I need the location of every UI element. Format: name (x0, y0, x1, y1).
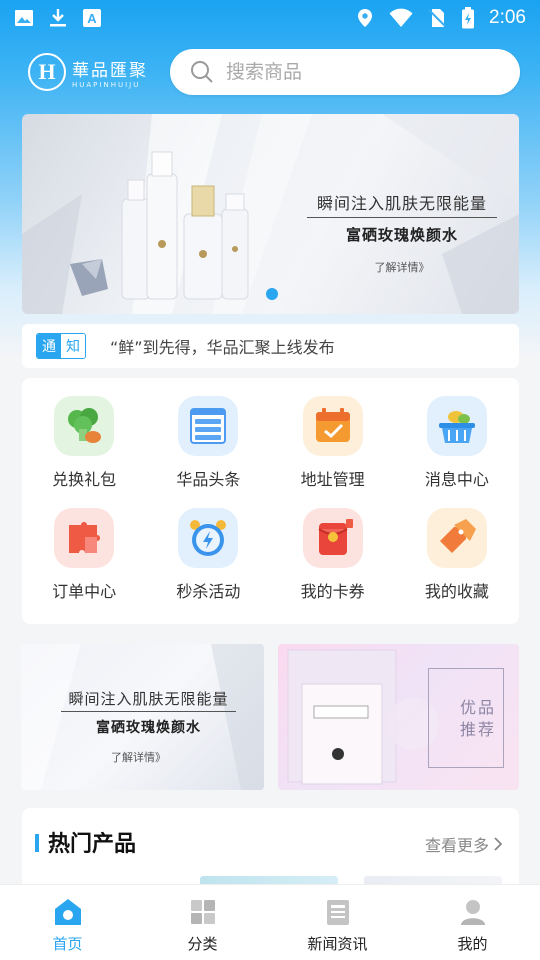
banner-product-name: 富硒玫瑰焕颜水 (345, 226, 458, 244)
profile-icon (460, 900, 485, 925)
tab-label: 分类 (187, 935, 218, 953)
menu-label: 华品头条 (176, 470, 241, 489)
promo-left-product-name: 富硒玫瑰焕颜水 (96, 720, 201, 736)
status-bar: A 2:06 (0, 0, 540, 36)
gift-broccoli-icon (54, 396, 115, 456)
search-bar[interactable] (170, 49, 520, 95)
calendar-check-icon (302, 396, 363, 456)
wifi-icon (389, 8, 413, 27)
logo-chinese: 華品匯聚 (72, 60, 148, 81)
menu-label: 我的收藏 (424, 582, 489, 601)
notice-tag-second: 知 (61, 334, 85, 358)
download-icon (50, 9, 66, 27)
menu-label: 地址管理 (300, 470, 365, 489)
menu-label: 我的卡券 (300, 582, 365, 601)
promo-left-headline: 瞬间注入肌肤无限能量 (61, 688, 236, 712)
tab-profile[interactable]: 我的 (405, 885, 540, 960)
product-bottles-image (121, 151, 249, 300)
sale-tag-icon (426, 508, 487, 568)
recommend-char: 推 (460, 720, 480, 739)
tab-home[interactable]: 首页 (0, 885, 135, 960)
location-icon (358, 9, 373, 27)
banner-headline: 瞬间注入肌肤无限能量 (307, 190, 497, 218)
keyboard-icon: A (83, 9, 101, 27)
svg-text:A: A (87, 11, 97, 26)
tab-news[interactable]: 新闻资讯 (270, 885, 405, 960)
banner-more-link[interactable]: 了解详情》 (307, 259, 497, 275)
main-banner[interactable]: 瞬间注入肌肤无限能量 富硒玫瑰焕颜水 了解详情》 (22, 114, 519, 314)
menu-item-coupons[interactable]: 我的卡券 (271, 508, 395, 620)
menu-item-orders[interactable]: 订单中心 (22, 508, 146, 620)
section-title: 热门产品 (48, 832, 137, 857)
recommend-char: 优 (460, 698, 480, 717)
menu-item-messages[interactable]: 消息中心 (395, 396, 519, 508)
category-icon (190, 900, 215, 924)
quick-menu-grid: 兑换礼包 华品头条 地址管理 消息中心 订单中心 秒杀活动 我的卡券 我的收藏 (22, 378, 519, 624)
basket-icon (426, 396, 487, 456)
banner-indicator-dot[interactable] (266, 288, 278, 300)
promo-banner-left[interactable]: 瞬间注入肌肤无限能量 富硒玫瑰焕颜水 了解详情》 (21, 644, 264, 790)
logo-mark: H (28, 53, 66, 91)
no-sim-icon (428, 9, 446, 27)
menu-label: 兑换礼包 (52, 470, 117, 489)
search-icon (191, 61, 213, 83)
tab-label: 我的 (457, 935, 488, 953)
notice-text: “鲜”到先得，华品汇聚上线发布 (110, 338, 335, 357)
promo-left-more-link[interactable]: 了解详情》 (61, 749, 216, 765)
menu-item-headlines[interactable]: 华品头条 (146, 396, 270, 508)
headline-list-icon (178, 396, 239, 456)
image-icon (15, 10, 33, 26)
logo-english: HUAPINHUIJU (72, 80, 141, 89)
alarm-clock-icon (178, 508, 239, 568)
menu-item-gift[interactable]: 兑换礼包 (22, 396, 146, 508)
promo-banner-right[interactable]: 优 品 推 荐 (278, 644, 519, 790)
section-accent-bar (35, 834, 39, 852)
bottom-tab-bar: 首页 分类 新闻资讯 我的 (0, 884, 540, 960)
news-icon (326, 900, 349, 925)
recommend-char: 品 (478, 698, 498, 717)
search-input[interactable] (226, 61, 426, 83)
logo[interactable]: H 華品匯聚 HUAPINHUIJU (28, 53, 168, 91)
recommend-char: 荐 (478, 720, 498, 739)
menu-label: 秒杀活动 (176, 582, 241, 601)
home-icon (54, 899, 81, 925)
menu-item-favorites[interactable]: 我的收藏 (395, 508, 519, 620)
tab-label: 新闻资讯 (307, 935, 368, 953)
notice-bar[interactable]: 通 知 “鲜”到先得，华品汇聚上线发布 (22, 324, 519, 368)
view-more-link[interactable]: 查看更多 (425, 832, 503, 856)
menu-label: 消息中心 (424, 470, 489, 489)
tab-category[interactable]: 分类 (135, 885, 270, 960)
clock: 2:06 (489, 7, 526, 28)
tab-label: 首页 (52, 935, 83, 953)
menu-item-address[interactable]: 地址管理 (271, 396, 395, 508)
header: H 華品匯聚 HUAPINHUIJU (0, 44, 540, 100)
view-more-label: 查看更多 (424, 836, 489, 855)
menu-label: 订单中心 (52, 582, 117, 601)
menu-item-flash-sale[interactable]: 秒杀活动 (146, 508, 270, 620)
red-envelope-icon (302, 508, 363, 568)
battery-icon (462, 7, 475, 29)
notice-tag-first: 通 (37, 334, 61, 358)
chevron-right-icon (494, 837, 503, 851)
puzzle-icon (54, 508, 115, 568)
notice-tag: 通 知 (36, 333, 86, 359)
